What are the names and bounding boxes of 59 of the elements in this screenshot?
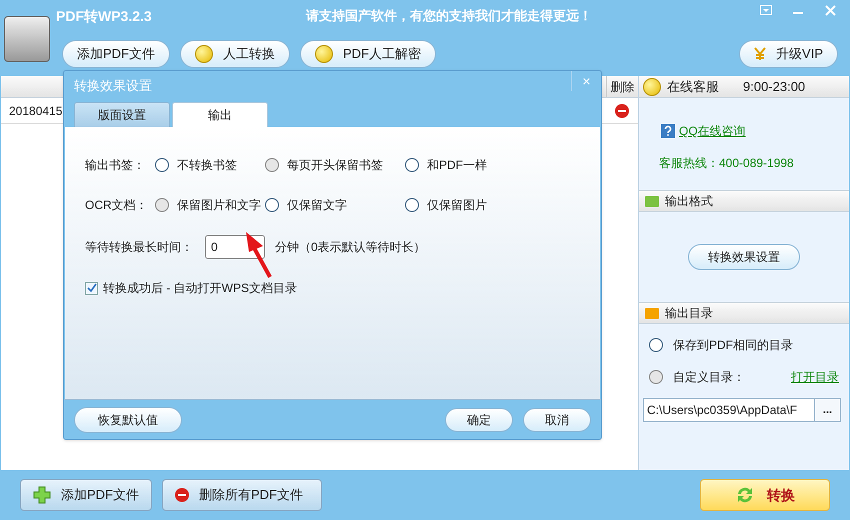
refresh-icon: [735, 485, 755, 505]
annotation-arrow: [243, 232, 273, 278]
section-title: 输出格式: [665, 193, 713, 210]
radio-button[interactable]: [265, 158, 279, 172]
folder-icon: [645, 308, 659, 318]
window-title: PDF转WP3.2.3: [56, 6, 153, 26]
unit-text: 分钟（0表示默认等待时长）: [275, 239, 426, 256]
radio-button[interactable]: [405, 198, 419, 212]
conversion-settings-button[interactable]: 转换效果设置: [688, 244, 800, 270]
checkbox-label: 转换成功后 - 自动打开WPS文档目录: [103, 280, 297, 297]
folder-icon: [645, 196, 659, 206]
radio-label: 保留图片和文字: [177, 197, 261, 214]
radio-label: 和PDF一样: [427, 157, 487, 174]
hotline-text: 客服热线：400-089-1998: [659, 155, 795, 172]
radio-button[interactable]: [155, 158, 169, 172]
checkbox[interactable]: [85, 282, 98, 294]
banner-text: 请支持国产软件，有您的支持我们才能走得更远！: [306, 7, 592, 26]
toolbar-button[interactable]: 人工转换: [180, 40, 290, 68]
field-label: OCR文档：: [85, 197, 149, 214]
qq-link[interactable]: QQ在线咨询: [679, 122, 746, 140]
toolbar-button[interactable]: PDF人工解密: [300, 40, 436, 68]
radio-label: 仅保留文字: [287, 197, 347, 214]
dialog-tab[interactable]: 输出: [172, 102, 268, 127]
radio-label: 不转换书签: [177, 157, 237, 174]
cancel-button[interactable]: 取消: [523, 408, 591, 432]
add-pdf-button[interactable]: 添加PDF文件: [20, 479, 152, 511]
open-folder-link[interactable]: 打开目录: [791, 368, 839, 386]
radio-label: 自定义目录：: [673, 369, 745, 386]
radio-button[interactable]: [265, 198, 279, 212]
app-logo-icon: [4, 16, 50, 62]
browse-button[interactable]: ...: [815, 398, 841, 422]
dialog-tab[interactable]: 版面设置: [74, 102, 170, 127]
plus-icon: [33, 486, 51, 504]
service-title: 在线客服: [667, 78, 719, 96]
ok-button[interactable]: 确定: [445, 408, 513, 432]
field-label: 输出书签：: [85, 157, 146, 174]
column-header: 删除: [606, 76, 638, 97]
field-label: 等待转换最长时间：: [85, 239, 194, 256]
radio-label: 仅保留图片: [427, 197, 487, 214]
service-hours: 9:00-23:00: [743, 78, 806, 96]
remove-all-button[interactable]: 删除所有PDF文件: [162, 479, 322, 511]
toolbar-button[interactable]: 添加PDF文件: [62, 40, 170, 68]
toolbar-button[interactable]: 升级VIP: [739, 40, 838, 68]
convert-button[interactable]: 转换: [700, 479, 830, 511]
dialog-title: 转换效果设置: [74, 77, 152, 96]
radio-label: 保存到PDF相同的目录: [673, 337, 793, 354]
reset-button[interactable]: 恢复默认值: [74, 406, 182, 432]
radio-button[interactable]: [649, 338, 663, 352]
delete-icon: [175, 488, 189, 502]
file-name-cell-text: 20180415: [8, 102, 62, 120]
delete-icon[interactable]: [615, 104, 629, 118]
radio-button[interactable]: [155, 198, 169, 212]
yen-icon: [754, 47, 766, 61]
radio-label: 每页开头保留书签: [287, 157, 383, 174]
radio-button[interactable]: [649, 370, 663, 384]
help-icon: [661, 124, 675, 138]
section-title: 输出目录: [665, 305, 713, 322]
path-field[interactable]: C:\Users\pc0359\AppData\F: [643, 398, 815, 422]
radio-button[interactable]: [405, 158, 419, 172]
